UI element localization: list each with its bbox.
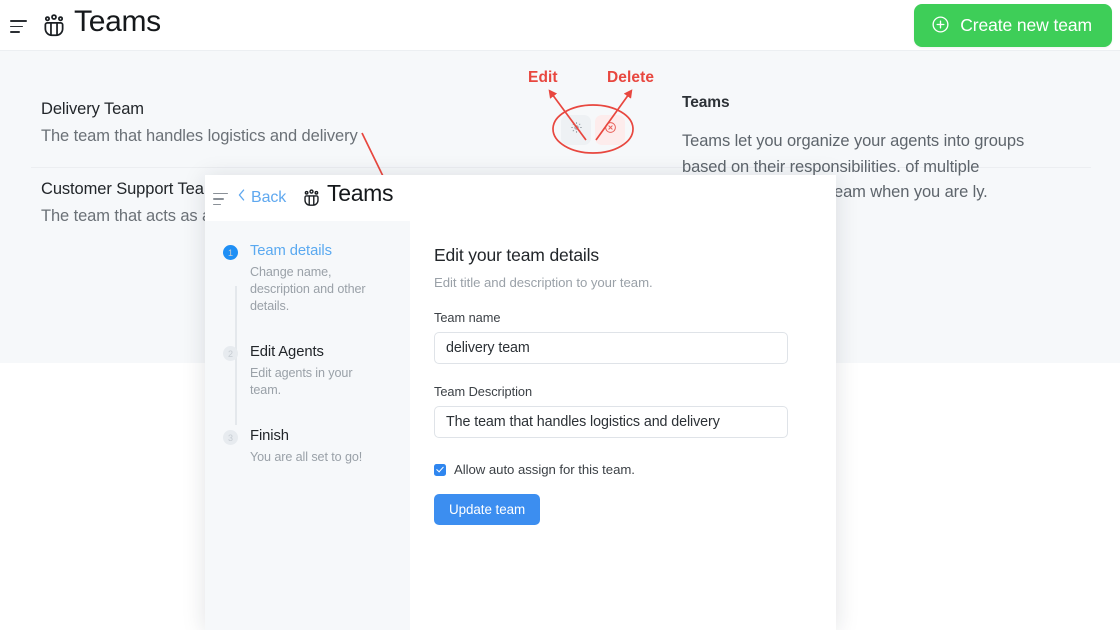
step-subtitle: You are all set to go! bbox=[250, 450, 363, 464]
step-title: Edit Agents bbox=[250, 344, 324, 360]
update-team-button[interactable]: Update team bbox=[434, 494, 541, 525]
step-subtitle: Edit agents in your team. bbox=[250, 366, 353, 397]
overlay-body: 1 Team details Change name, description … bbox=[205, 221, 836, 630]
auto-assign-label: Allow auto assign for this team. bbox=[454, 462, 635, 477]
hamburger-menu-icon[interactable] bbox=[10, 15, 30, 35]
team-name: Delivery Team bbox=[41, 100, 144, 118]
step-number-badge: 1 bbox=[223, 245, 238, 260]
team-description-input[interactable] bbox=[434, 406, 788, 438]
teams-group-icon bbox=[40, 11, 68, 39]
team-description: The team that acts as a bbox=[41, 207, 212, 225]
table-row[interactable]: Delivery Team The team that handles logi… bbox=[41, 100, 358, 146]
step-item-team-details[interactable]: 1 Team details Change name, description … bbox=[205, 243, 410, 315]
step-item-finish[interactable]: 3 Finish You are all set to go! bbox=[205, 428, 410, 466]
team-name-label: Team name bbox=[434, 310, 501, 325]
circle-x-icon bbox=[604, 121, 617, 139]
top-bar: Teams Create new team bbox=[0, 0, 1120, 51]
step-navigation: 1 Team details Change name, description … bbox=[205, 221, 410, 630]
info-panel-title: Teams bbox=[682, 94, 730, 111]
back-button[interactable]: Back bbox=[236, 188, 286, 207]
step-title: Team details bbox=[250, 243, 332, 259]
team-description: The team that handles logistics and deli… bbox=[41, 127, 358, 145]
step-subtitle: Change name, description and other detai… bbox=[250, 265, 366, 313]
step-number-badge: 2 bbox=[223, 346, 238, 361]
delete-team-button[interactable] bbox=[595, 115, 625, 145]
create-new-team-button[interactable]: Create new team bbox=[914, 4, 1112, 47]
auto-assign-checkbox[interactable] bbox=[434, 463, 446, 476]
gear-icon bbox=[570, 121, 583, 139]
team-name: Customer Support Tea bbox=[41, 180, 204, 198]
auto-assign-row: Allow auto assign for this team. bbox=[434, 462, 836, 477]
row-action-group bbox=[561, 115, 625, 145]
table-row[interactable]: Customer Support Tea The team that acts … bbox=[41, 180, 211, 226]
step-title: Finish bbox=[250, 428, 289, 444]
overlay-title: Teams bbox=[327, 180, 394, 206]
hamburger-menu-icon[interactable] bbox=[213, 191, 231, 206]
back-label: Back bbox=[251, 188, 287, 206]
step-number-badge: 3 bbox=[223, 430, 238, 445]
page-title: Teams bbox=[74, 5, 161, 38]
team-details-form: Edit your team details Edit title and de… bbox=[410, 221, 836, 630]
chevron-left-icon bbox=[236, 188, 247, 207]
form-subtitle: Edit title and description to your team. bbox=[434, 275, 653, 290]
form-title: Edit your team details bbox=[434, 245, 599, 265]
overlay-header: Back Teams bbox=[205, 175, 836, 221]
team-name-input[interactable] bbox=[434, 332, 788, 364]
edit-team-button[interactable] bbox=[561, 115, 591, 145]
team-description-label: Team Description bbox=[434, 384, 533, 399]
app-root: Teams Create new team Delivery Team The … bbox=[0, 0, 1120, 630]
create-new-team-label: Create new team bbox=[960, 15, 1092, 35]
teams-group-icon bbox=[301, 187, 322, 208]
plus-circle-icon bbox=[931, 15, 950, 37]
step-item-edit-agents[interactable]: 2 Edit Agents Edit agents in your team. bbox=[205, 344, 410, 399]
edit-team-overlay: Back Teams 1 Team details Change name, d… bbox=[205, 175, 836, 630]
